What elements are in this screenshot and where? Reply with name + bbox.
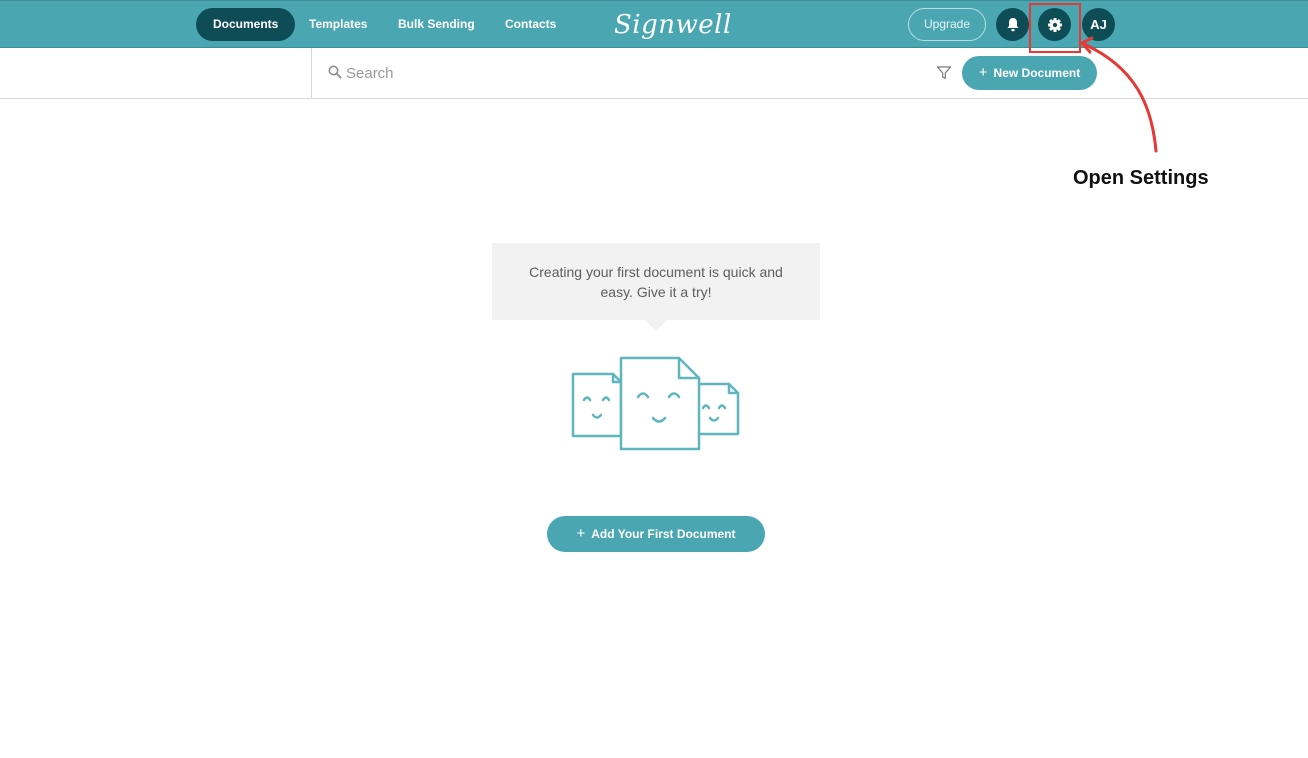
- bell-icon: [1007, 18, 1018, 32]
- add-first-document-button[interactable]: + Add Your First Document: [547, 516, 765, 552]
- new-document-label: New Document: [993, 66, 1081, 80]
- empty-state-message: Creating your first document is quick an…: [492, 243, 820, 320]
- tab-bulk-sending[interactable]: Bulk Sending: [398, 8, 475, 41]
- filter-icon[interactable]: [936, 65, 952, 81]
- app-page: Documents Templates Bulk Sending Contact…: [0, 0, 1308, 758]
- plus-icon: +: [576, 525, 586, 542]
- add-first-document-label: Add Your First Document: [591, 527, 736, 541]
- annotation-arrow: [1080, 36, 1158, 153]
- tab-contacts[interactable]: Contacts: [505, 8, 556, 41]
- tab-templates[interactable]: Templates: [309, 8, 367, 41]
- smiling-documents-illustration: [571, 356, 740, 451]
- open-settings-label: Open Settings: [1073, 167, 1209, 189]
- toolbar-divider: [311, 48, 312, 98]
- search-input[interactable]: [346, 61, 906, 85]
- search-icon: [328, 65, 342, 79]
- upgrade-button[interactable]: Upgrade: [908, 8, 986, 41]
- notifications-button[interactable]: [996, 8, 1029, 41]
- speech-bubble-tail: [645, 320, 667, 331]
- signwell-logo[interactable]: Signwell: [614, 7, 732, 43]
- plus-icon: +: [978, 64, 988, 81]
- tab-documents[interactable]: Documents: [196, 8, 296, 41]
